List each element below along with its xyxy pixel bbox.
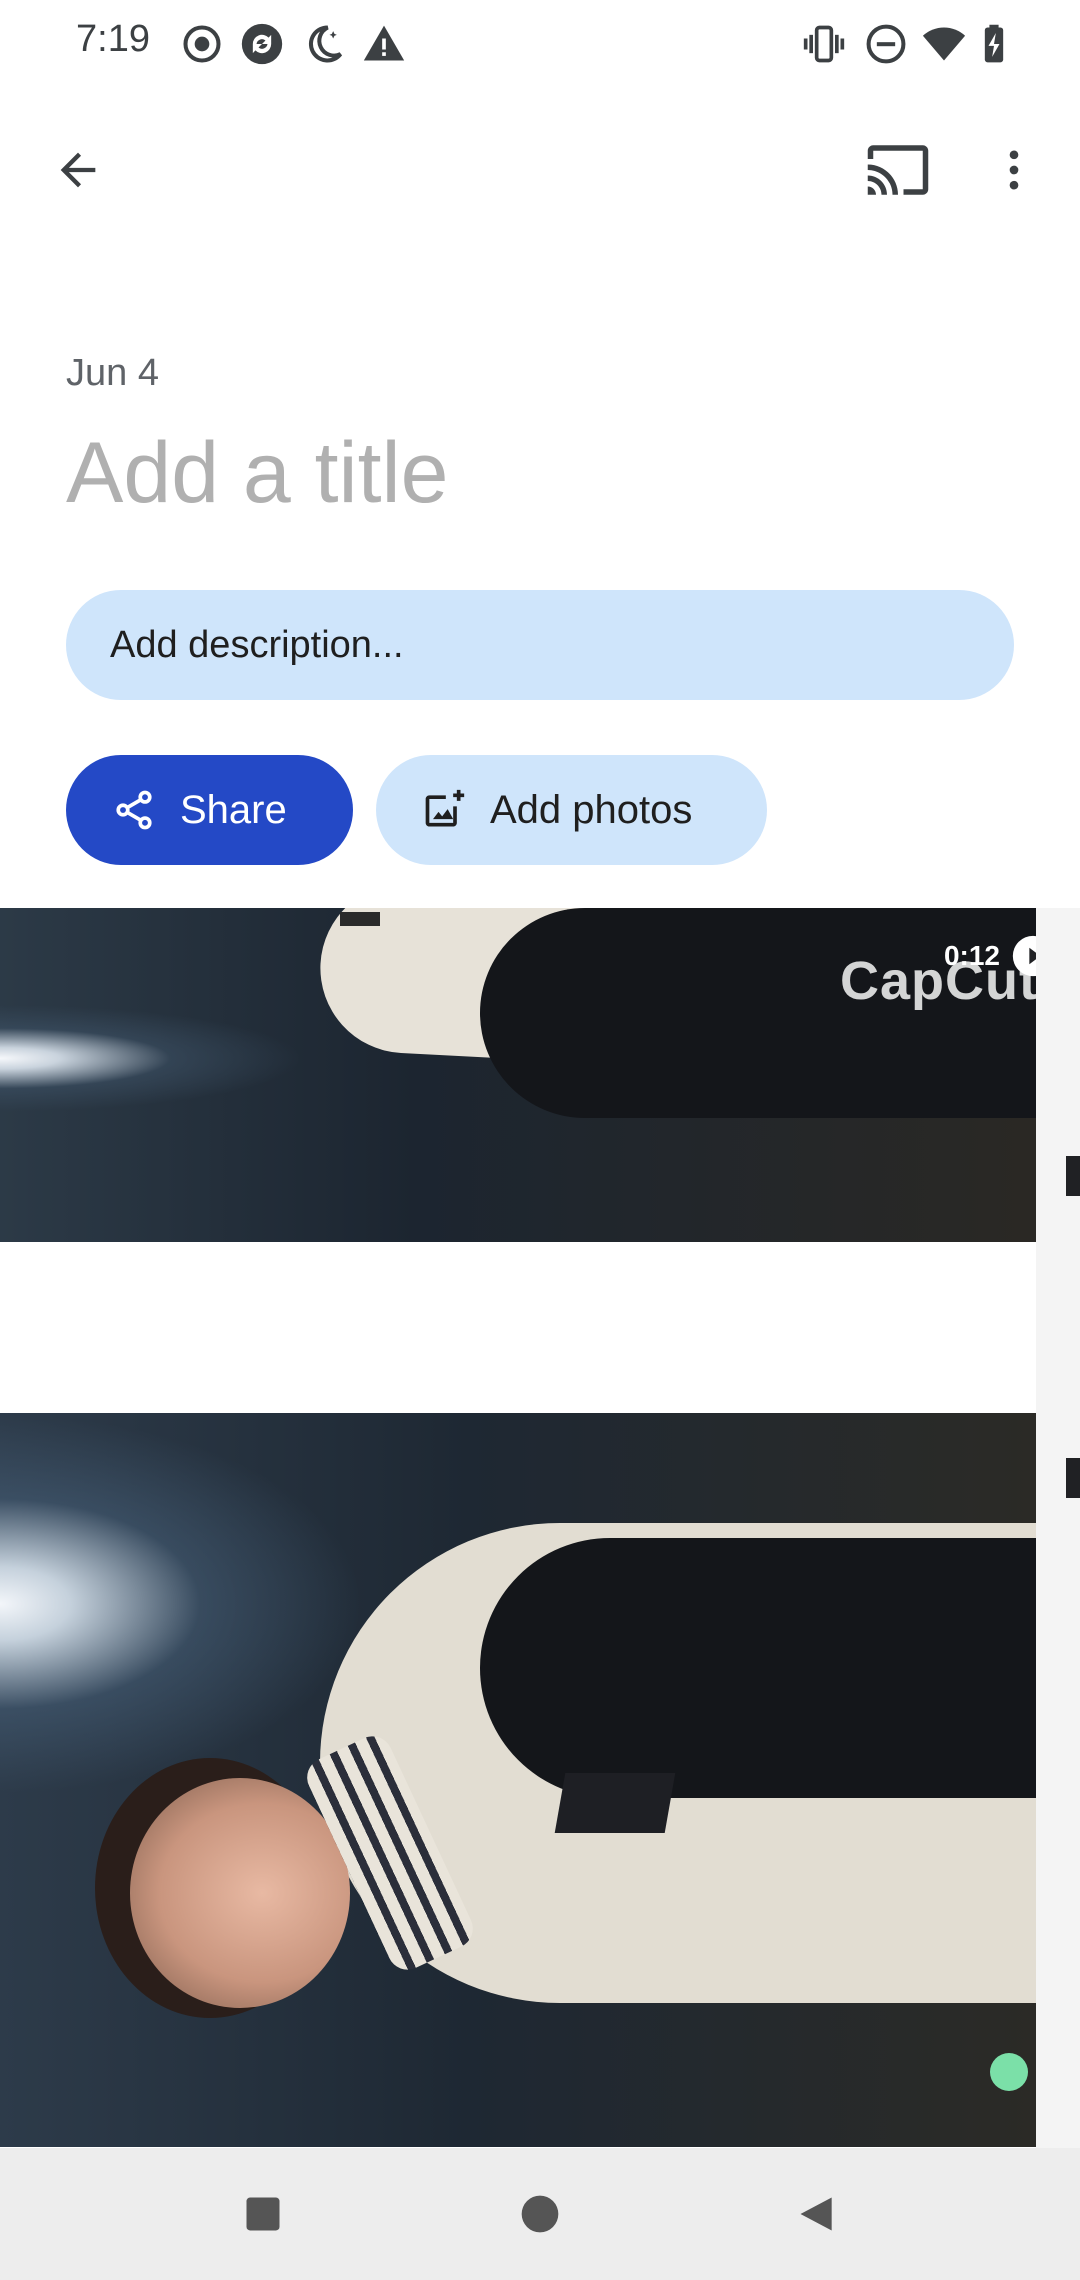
do-not-disturb-icon [864, 22, 908, 66]
back-nav-button[interactable] [757, 2154, 877, 2274]
description-placeholder: Add description... [110, 623, 404, 666]
more-vert-icon [1009, 150, 1019, 190]
album-date: Jun 4 [66, 352, 159, 394]
record-icon [180, 22, 224, 66]
photo-thumbnail[interactable] [0, 1413, 1036, 2147]
cast-icon [867, 145, 929, 195]
share-label: Share [180, 787, 287, 832]
add-description-field[interactable]: Add description... [66, 590, 1014, 700]
add-photo-icon [425, 789, 465, 827]
warning-icon [362, 22, 406, 66]
capcut-watermark: CapCut [840, 951, 1038, 1011]
video-duration: 0:12 [943, 940, 1000, 971]
wifi-icon [922, 22, 966, 66]
night-mode-icon [302, 22, 346, 66]
back-button[interactable] [30, 122, 126, 218]
add-photos-label: Add photos [490, 787, 693, 832]
system-nav-bar [0, 2148, 1080, 2280]
share-icon [116, 790, 152, 830]
sync-icon [240, 22, 284, 66]
back-triangle-icon [800, 2197, 832, 2231]
add-photos-button[interactable]: Add photos [376, 755, 767, 865]
status-time: 7:19 [76, 18, 150, 60]
more-options-button[interactable] [966, 122, 1062, 218]
vibrate-icon [802, 22, 846, 66]
arrow-left-icon [60, 152, 96, 188]
status-bar: 7:19 [0, 0, 1080, 88]
recents-button[interactable] [203, 2154, 323, 2274]
home-circle-icon [521, 2195, 559, 2233]
recents-square-icon [246, 2197, 280, 2231]
scroll-edge [1036, 908, 1080, 2148]
home-button[interactable] [480, 2154, 600, 2274]
cast-button[interactable] [850, 122, 946, 218]
battery-icon [972, 22, 1016, 66]
album-title-input[interactable] [66, 418, 966, 528]
share-button[interactable]: Share [66, 755, 353, 865]
